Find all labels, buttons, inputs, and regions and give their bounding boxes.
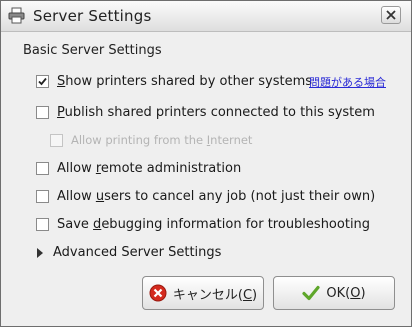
save-debug-label: Save debugging information for troublesh… [57, 216, 371, 232]
option-show-printers[interactable]: Show printers shared by other systems [36, 72, 312, 90]
remote-admin-checkbox[interactable] [36, 161, 49, 175]
remote-admin-label: Allow remote administration [57, 160, 242, 176]
advanced-settings-expander[interactable]: Advanced Server Settings [37, 245, 221, 260]
save-debug-checkbox[interactable] [36, 217, 49, 231]
option-remote-admin[interactable]: Allow remote administration [36, 159, 241, 177]
close-icon [386, 10, 396, 20]
checkmark-icon [38, 77, 47, 85]
section-title: Basic Server Settings [23, 43, 162, 58]
option-allow-internet: Allow printing from the Internet [50, 131, 252, 149]
printer-icon [8, 7, 25, 24]
cancel-button-label: キャンセル(C) [172, 287, 258, 303]
expander-arrow-icon [37, 247, 43, 258]
ok-button[interactable]: OK(O) [273, 276, 395, 310]
allow-internet-label: Allow printing from the Internet [71, 133, 253, 147]
cancel-icon [149, 284, 167, 302]
problems-link[interactable]: 問題がある場合 [309, 74, 386, 90]
server-settings-dialog: Server Settings Basic Server Settings Sh… [0, 0, 412, 327]
title-bar[interactable]: Server Settings [1, 1, 411, 32]
advanced-settings-label: Advanced Server Settings [53, 245, 222, 260]
option-publish-printers[interactable]: Publish shared printers connected to thi… [36, 103, 375, 121]
show-printers-checkbox[interactable] [36, 74, 49, 88]
show-printers-label: Show printers shared by other systems [57, 73, 313, 89]
close-button[interactable] [381, 6, 401, 24]
option-save-debug[interactable]: Save debugging information for troublesh… [36, 215, 370, 233]
option-users-cancel[interactable]: Allow users to cancel any job (not just … [36, 187, 375, 205]
users-cancel-label: Allow users to cancel any job (not just … [57, 188, 376, 204]
window-title: Server Settings [33, 7, 152, 25]
ok-button-label: OK(O) [326, 285, 366, 301]
users-cancel-checkbox[interactable] [36, 189, 49, 203]
publish-printers-checkbox[interactable] [36, 105, 49, 119]
cancel-button[interactable]: キャンセル(C) [142, 276, 264, 310]
checkmark-icon [302, 285, 321, 301]
publish-printers-label: Publish shared printers connected to thi… [57, 104, 375, 120]
allow-internet-checkbox [50, 133, 63, 147]
